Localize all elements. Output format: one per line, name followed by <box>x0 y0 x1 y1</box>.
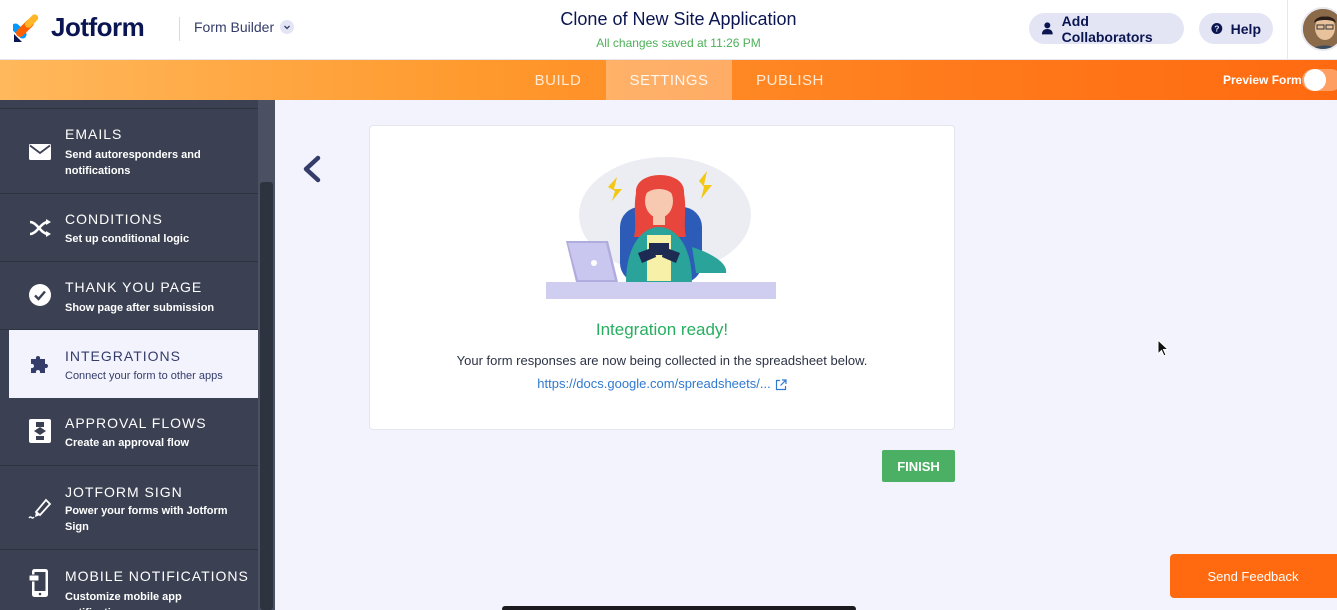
sidebar-item-subtitle: Customize mobile app notifications <box>65 591 182 610</box>
external-link-icon[interactable] <box>775 378 787 391</box>
pen-icon <box>27 496 53 522</box>
builder-navbar: BUILD SETTINGS PUBLISH Preview Form <box>0 60 1337 100</box>
flow-icon <box>27 418 53 444</box>
sidebar-item-subtitle: Create an approval flow <box>65 437 190 449</box>
bottom-scroll-indicator <box>502 606 856 610</box>
spreadsheet-link-text[interactable]: https://docs.google.com/spreadsheets/... <box>537 376 770 391</box>
header-divider-right <box>1287 0 1288 60</box>
sidebar-item-title: EMAILS <box>65 126 123 142</box>
integration-ready-title: Integration ready! <box>595 320 729 339</box>
user-icon <box>1041 22 1053 35</box>
mobile-icon <box>27 569 53 597</box>
add-collaborators-label: Add Collaborators <box>1061 12 1153 45</box>
puzzle-icon <box>27 351 53 377</box>
top-header: Jotform Form Builder Clone of New Site A… <box>0 0 1337 60</box>
preview-toggle-knob[interactable] <box>1304 69 1326 91</box>
sidebar-item-integrations[interactable]: INTEGRATIONS Connect your form to other … <box>9 330 258 398</box>
sidebar-item-subtitle: Show page after submission <box>65 302 215 314</box>
sidebar-item-emails[interactable]: EMAILS Send autoresponders and notificat… <box>0 110 258 194</box>
sidebar-item-conditions[interactable]: CONDITIONS Set up conditional logic <box>0 194 258 262</box>
tab-build[interactable]: BUILD <box>512 60 604 100</box>
back-arrow-icon[interactable] <box>297 152 327 186</box>
sidebar-item-title: MOBILE NOTIFICATIONS <box>65 568 249 584</box>
sidebar-item-title: INTEGRATIONS <box>65 348 181 364</box>
help-button[interactable]: ? Help <box>1199 13 1273 44</box>
sidebar-item-subtitle: Set up conditional logic <box>65 233 190 245</box>
tab-settings[interactable]: SETTINGS <box>606 60 732 100</box>
sidebar-item-mobile-notifications[interactable]: MOBILE NOTIFICATIONS Customize mobile ap… <box>0 550 258 610</box>
sidebar-item-title: APPROVAL FLOWS <box>65 415 207 431</box>
spreadsheet-link[interactable]: https://docs.google.com/spreadsheets/... <box>369 376 955 391</box>
shuffle-icon <box>27 215 53 241</box>
sidebar-item-title: JOTFORM SIGN <box>65 484 183 500</box>
sidebar-item-subtitle: Power your forms with Jotform Sign <box>65 505 228 533</box>
preview-form-label: Preview Form <box>1223 73 1302 87</box>
sidebar-scrollbar-thumb[interactable] <box>260 182 273 610</box>
add-collaborators-button[interactable]: Add Collaborators <box>1029 12 1184 45</box>
send-feedback-button[interactable]: Send Feedback <box>1170 554 1337 598</box>
sidebar-item-subtitle: Send autoresponders and notifications <box>65 149 201 177</box>
user-avatar[interactable] <box>1301 7 1337 51</box>
finish-button[interactable]: FINISH <box>882 450 955 482</box>
sidebar-item-approval-flows[interactable]: APPROVAL FLOWS Create an approval flow <box>0 398 258 466</box>
svg-text:?: ? <box>1214 24 1219 34</box>
tab-publish[interactable]: PUBLISH <box>734 60 846 100</box>
sidebar-top-edge <box>0 100 258 109</box>
sidebar-item-title: CONDITIONS <box>65 211 163 227</box>
mouse-cursor-icon <box>1157 339 1169 357</box>
question-circle-icon: ? <box>1211 23 1223 34</box>
settings-sidebar: EMAILS Send autoresponders and notificat… <box>0 100 258 610</box>
sidebar-item-jotform-sign[interactable]: JOTFORM SIGN Power your forms with Jotfo… <box>0 466 258 550</box>
sidebar-item-subtitle: Connect your form to other apps <box>65 370 223 382</box>
integration-illustration <box>546 157 776 299</box>
integration-description: Your form responses are now being collec… <box>456 353 868 368</box>
help-label: Help <box>1230 20 1261 37</box>
check-circle-icon <box>27 282 53 308</box>
envelope-icon <box>27 139 53 165</box>
sidebar-item-title: THANK YOU PAGE <box>65 279 203 295</box>
sidebar-item-thank-you-page[interactable]: THANK YOU PAGE Show page after submissio… <box>0 262 258 330</box>
